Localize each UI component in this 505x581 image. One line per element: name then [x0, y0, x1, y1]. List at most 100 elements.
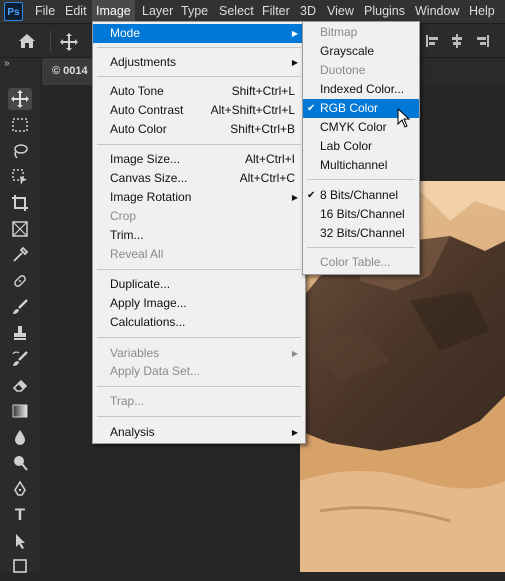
menu-item-multichannel[interactable]: Multichannel	[303, 156, 419, 175]
separator	[307, 179, 415, 180]
healing-brush-tool-icon[interactable]	[8, 270, 32, 292]
menu-item-auto-contrast[interactable]: Auto Contrast Alt+Shift+Ctrl+L	[93, 101, 305, 120]
eraser-tool-icon[interactable]	[8, 374, 32, 396]
checkmark-icon: ✔	[307, 190, 316, 201]
lasso-tool-icon[interactable]	[8, 140, 32, 162]
menu-item-duotone[interactable]: Duotone	[303, 61, 419, 80]
pen-tool-icon[interactable]	[8, 478, 32, 500]
calculations-label: Calculations...	[110, 315, 186, 329]
marquee-tool-icon[interactable]	[8, 114, 32, 136]
auto-tone-label: Auto Tone	[110, 84, 164, 98]
crop-tool-icon[interactable]	[8, 192, 32, 214]
menu-item-variables[interactable]: Variables ▶	[93, 344, 305, 363]
menu-item-16-bits[interactable]: 16 Bits/Channel	[303, 205, 419, 224]
menu-item-image-size[interactable]: Image Size... Alt+Ctrl+I	[93, 150, 305, 169]
menu-item-image-rotation[interactable]: Image Rotation ▶	[93, 188, 305, 207]
separator	[97, 269, 301, 270]
menu-item-bitmap[interactable]: Bitmap	[303, 23, 419, 42]
apply-image-label: Apply Image...	[110, 296, 187, 310]
menu-view[interactable]: View	[323, 0, 358, 23]
menu-item-duplicate[interactable]: Duplicate...	[93, 275, 305, 294]
apply-data-set-label: Apply Data Set...	[110, 364, 201, 378]
color-table-label: Color Table...	[320, 255, 391, 269]
menu-item-auto-tone[interactable]: Auto Tone Shift+Ctrl+L	[93, 82, 305, 101]
history-brush-tool-icon[interactable]	[8, 348, 32, 370]
menu-item-crop[interactable]: Crop	[93, 207, 305, 226]
menu-file[interactable]: File	[31, 0, 59, 23]
menu-item-32-bits[interactable]: 32 Bits/Channel	[303, 224, 419, 243]
menu-item-grayscale[interactable]: Grayscale	[303, 42, 419, 61]
object-select-tool-icon[interactable]	[8, 166, 32, 188]
gradient-tool-icon[interactable]	[8, 400, 32, 422]
bitmap-label: Bitmap	[320, 25, 358, 39]
dodge-tool-icon[interactable]	[8, 452, 32, 474]
path-select-tool-icon[interactable]	[8, 530, 32, 552]
submenu-arrow-icon: ▶	[291, 29, 298, 38]
menu-item-reveal-all[interactable]: Reveal All	[93, 245, 305, 264]
menu-3d[interactable]: 3D	[296, 0, 320, 23]
menu-item-mode[interactable]: Mode ▶	[93, 24, 305, 43]
shortcut-label: Shift+Ctrl+B	[230, 122, 295, 136]
shortcut-label: Alt+Ctrl+C	[239, 171, 295, 185]
menu-image[interactable]: Image	[92, 0, 135, 23]
eyedropper-tool-icon[interactable]	[8, 244, 32, 266]
menu-item-apply-image[interactable]: Apply Image...	[93, 294, 305, 313]
align-right-icon[interactable]	[476, 34, 490, 52]
menu-filter[interactable]: Filter	[258, 0, 294, 23]
move-tool-icon[interactable]	[8, 88, 32, 110]
separator	[97, 47, 301, 48]
rectangle-tool-icon[interactable]	[8, 554, 32, 576]
separator	[97, 416, 301, 417]
menu-item-apply-data-set[interactable]: Apply Data Set...	[93, 362, 305, 381]
image-rotation-label: Image Rotation	[110, 190, 192, 204]
32-bits-label: 32 Bits/Channel	[320, 226, 405, 240]
menu-item-indexed-color[interactable]: Indexed Color...	[303, 80, 419, 99]
menu-item-trap[interactable]: Trap...	[93, 392, 305, 411]
menu-layer[interactable]: Layer	[138, 0, 177, 23]
type-tool-icon[interactable]: T	[8, 504, 32, 526]
shortcut-label: Shift+Ctrl+L	[231, 84, 295, 98]
clone-stamp-tool-icon[interactable]	[8, 322, 32, 344]
menu-select[interactable]: Select	[215, 0, 258, 23]
trim-label: Trim...	[110, 228, 144, 242]
submenu-arrow-icon: ▶	[291, 193, 298, 202]
frame-tool-icon[interactable]	[8, 218, 32, 240]
crop-label: Crop	[110, 209, 137, 223]
menu-edit[interactable]: Edit	[61, 0, 91, 23]
rgb-color-label: RGB Color	[320, 101, 379, 115]
separator	[97, 337, 301, 338]
analysis-label: Analysis	[110, 425, 155, 439]
blur-tool-icon[interactable]	[8, 426, 32, 448]
brush-tool-icon[interactable]	[8, 296, 32, 318]
separator	[97, 386, 301, 387]
menu-item-color-table[interactable]: Color Table...	[303, 253, 419, 272]
menu-item-adjustments[interactable]: Adjustments ▶	[93, 53, 305, 72]
menu-item-8-bits[interactable]: ✔ 8 Bits/Channel	[303, 186, 419, 205]
menu-plugins[interactable]: Plugins	[360, 0, 409, 23]
mode-submenu: Bitmap Grayscale Duotone Indexed Color..…	[302, 21, 420, 275]
tools-panel: » T	[0, 58, 42, 573]
submenu-arrow-icon: ▶	[291, 58, 298, 67]
menu-item-trim[interactable]: Trim...	[93, 226, 305, 245]
move-icon[interactable]	[60, 33, 78, 55]
menu-item-analysis[interactable]: Analysis ▶	[93, 423, 305, 442]
align-center-icon[interactable]	[450, 34, 464, 52]
shortcut-label: Alt+Shift+Ctrl+L	[210, 103, 295, 117]
menu-bar: Ps File Edit Image Layer Type Select Fil…	[0, 0, 505, 23]
checkmark-icon: ✔	[307, 103, 316, 114]
reveal-all-label: Reveal All	[110, 247, 164, 261]
separator	[97, 144, 301, 145]
menu-type[interactable]: Type	[177, 0, 212, 23]
menu-item-calculations[interactable]: Calculations...	[93, 313, 305, 332]
collapse-panel-icon[interactable]: »	[4, 58, 10, 69]
home-icon[interactable]	[18, 33, 36, 53]
menu-item-lab-color[interactable]: Lab Color	[303, 137, 419, 156]
menu-help[interactable]: Help	[465, 0, 499, 23]
menu-item-auto-color[interactable]: Auto Color Shift+Ctrl+B	[93, 120, 305, 139]
menu-item-canvas-size[interactable]: Canvas Size... Alt+Ctrl+C	[93, 169, 305, 188]
separator	[97, 76, 301, 77]
grayscale-label: Grayscale	[320, 44, 375, 58]
auto-color-label: Auto Color	[110, 122, 167, 136]
menu-window[interactable]: Window	[411, 0, 463, 23]
align-left-icon[interactable]	[425, 34, 439, 52]
